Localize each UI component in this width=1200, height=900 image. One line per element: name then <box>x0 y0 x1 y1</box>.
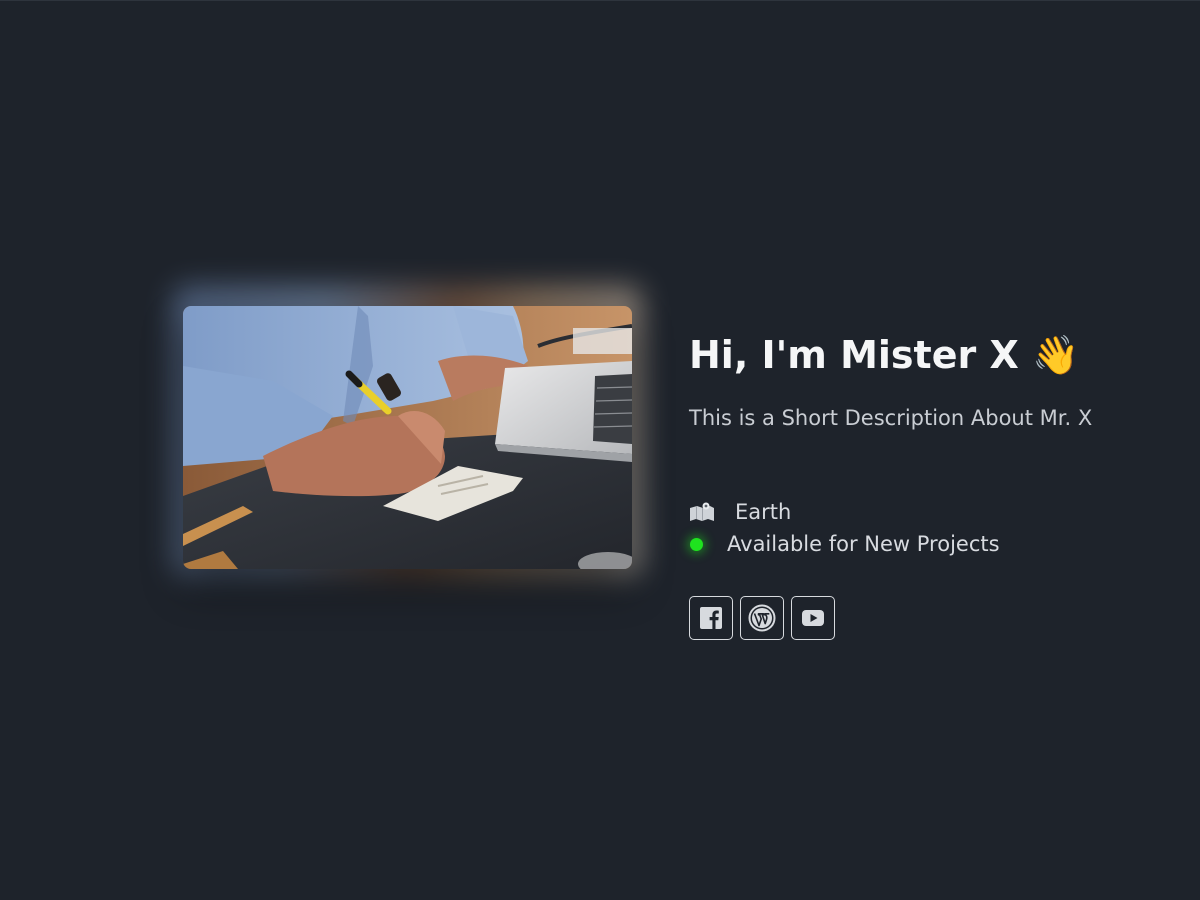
wordpress-icon <box>748 604 776 632</box>
profile-description: This is a Short Description About Mr. X <box>689 406 1093 430</box>
page-frame: Hi, I'm Mister X 👋 This is a Short Descr… <box>0 0 1200 900</box>
wordpress-button[interactable] <box>740 596 784 640</box>
status-indicator-icon <box>690 537 703 551</box>
hero-photo <box>183 306 632 569</box>
profile-info: Hi, I'm Mister X 👋 This is a Short Descr… <box>689 331 1169 640</box>
hero-image <box>173 286 642 576</box>
map-icon <box>689 501 715 523</box>
page-title: Hi, I'm Mister X 👋 <box>689 333 1080 377</box>
status-row: Available for New Projects <box>689 528 1169 560</box>
facebook-button[interactable] <box>689 596 733 640</box>
location-row: Earth <box>689 496 1169 528</box>
facebook-icon <box>699 606 723 630</box>
location-text: Earth <box>735 500 792 524</box>
profile-meta: Earth Available for New Projects <box>689 496 1169 560</box>
youtube-button[interactable] <box>791 596 835 640</box>
youtube-icon <box>801 608 825 628</box>
status-text: Available for New Projects <box>727 532 1000 556</box>
social-links <box>689 596 1169 640</box>
